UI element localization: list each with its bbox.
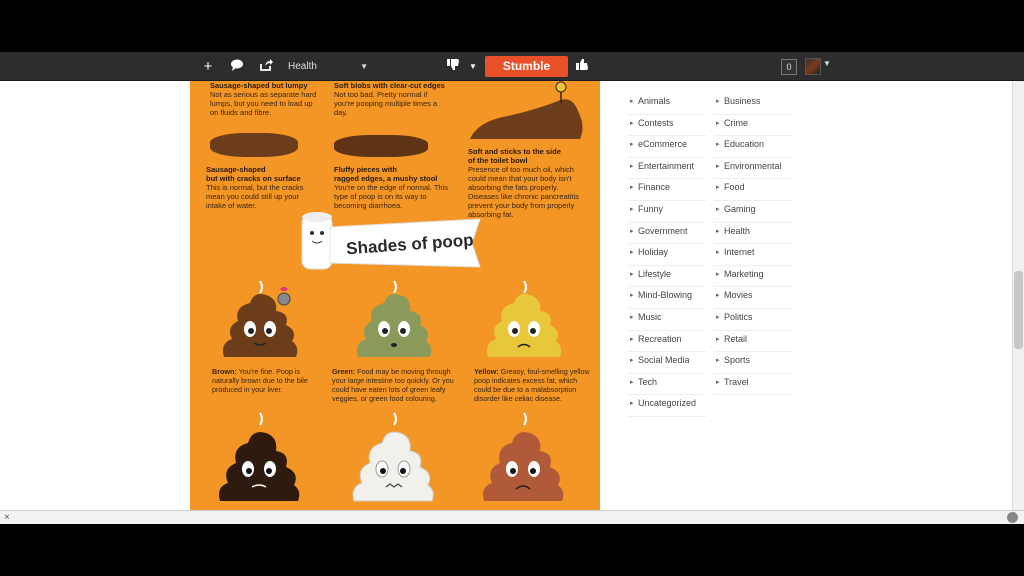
avatar[interactable] [805, 58, 821, 75]
poop-infographic: Sausage-shaped but lumpy Not as serious … [190, 81, 600, 510]
stool-image-sticky [470, 81, 583, 139]
category-link[interactable]: Finance [628, 179, 706, 201]
category-link[interactable]: Food [714, 179, 792, 201]
screen: + Health ▼ ▼ Stumble 0 ▼ Sausage-shaped … [0, 0, 1024, 576]
stool-type-fluffy: Fluffy pieces with ragged edges, a mushy… [334, 165, 452, 210]
category-link[interactable]: Social Media [628, 352, 706, 374]
stool-image-cracked [210, 133, 298, 157]
chevron-down-icon[interactable]: ▼ [463, 57, 483, 77]
status-icon[interactable] [1007, 512, 1018, 523]
shade-caption-brown: Brown: You're fine. Poop is naturally br… [212, 367, 324, 394]
category-link[interactable]: Marketing [714, 266, 792, 288]
category-link[interactable]: Uncategorized [628, 395, 706, 417]
category-link[interactable]: Lifestyle [628, 266, 706, 288]
stool-desc: This is normal, but the cracks mean you … [206, 183, 304, 210]
chevron-down-icon[interactable]: ▼ [823, 59, 831, 68]
category-link[interactable]: Politics [714, 309, 792, 331]
notification-count[interactable]: 0 [781, 59, 797, 75]
stool-title: Sausage-shaped but lumpy [210, 81, 308, 90]
stool-desc: Not too bad. Pretty normal if you're poo… [334, 90, 438, 117]
red-poop-icon [483, 412, 564, 501]
category-column-left: AnimalsContestseCommerceEntertainmentFin… [628, 93, 706, 417]
stool-desc: Not as serious as separate hard lumps, b… [210, 90, 317, 117]
category-link[interactable]: Movies [714, 287, 792, 309]
stool-image-fluffy [334, 135, 428, 157]
stool-type-cracked: Sausage-shaped but with cracks on surfac… [206, 165, 318, 210]
category-link[interactable]: Internet [714, 244, 792, 266]
category-link[interactable]: Gaming [714, 201, 792, 223]
category-link[interactable]: Sports [714, 352, 792, 374]
category-link[interactable]: Music [628, 309, 706, 331]
stool-title: Fluffy pieces with ragged edges, a mushy… [334, 165, 438, 183]
category-link[interactable]: Recreation [628, 331, 706, 353]
chevron-down-icon: ▼ [360, 62, 368, 71]
shades-banner: Shades of poop [301, 212, 481, 270]
shade-name: Brown: [212, 367, 237, 376]
close-icon[interactable]: × [4, 511, 10, 524]
scrollbar-thumb[interactable] [1014, 271, 1023, 349]
category-link[interactable]: Mind-Blowing [628, 287, 706, 309]
stool-title: Soft blobs with clear-cut edges [334, 81, 445, 90]
green-poop-icon [357, 280, 432, 357]
plus-icon[interactable]: + [198, 57, 218, 77]
speech-bubble-icon[interactable] [227, 57, 247, 77]
category-link[interactable]: Business [714, 93, 792, 115]
topic-label: Health [288, 61, 317, 72]
shade-name: Yellow: [474, 367, 499, 376]
white-poop-icon [352, 412, 434, 502]
shade-caption-yellow: Yellow: Greasy, foul-smelling yellow poo… [474, 367, 592, 403]
vertical-scrollbar[interactable] [1012, 81, 1024, 510]
stumble-button[interactable]: Stumble [485, 56, 568, 77]
category-link[interactable]: Education [714, 136, 792, 158]
stool-type-lumpy: Sausage-shaped but lumpy Not as serious … [210, 81, 320, 117]
black-poop-icon [219, 412, 300, 501]
thumbs-down-icon[interactable] [443, 57, 463, 77]
topic-selector[interactable]: Health ▼ [288, 58, 370, 76]
thumbs-up-icon[interactable] [572, 57, 592, 77]
category-link[interactable]: Travel [714, 374, 792, 396]
category-link[interactable]: Entertainment [628, 158, 706, 180]
stool-type-blobs: Soft blobs with clear-cut edges Not too … [334, 81, 449, 117]
category-link[interactable]: Animals [628, 93, 706, 115]
category-link[interactable]: Contests [628, 115, 706, 137]
category-link[interactable]: Health [714, 223, 792, 245]
share-icon[interactable] [256, 57, 276, 77]
category-link[interactable]: Funny [628, 201, 706, 223]
shade-name: Green: [332, 367, 356, 376]
category-link[interactable]: Crime [714, 115, 792, 137]
category-link[interactable]: Retail [714, 331, 792, 353]
status-bar: × [0, 510, 1024, 524]
category-link[interactable]: Holiday [628, 244, 706, 266]
category-column-right: BusinessCrimeEducationEnvironmentalFoodG… [714, 93, 792, 396]
category-link[interactable]: Tech [628, 374, 706, 396]
category-link[interactable]: Environmental [714, 158, 792, 180]
stumbleupon-toolbar: + Health ▼ ▼ Stumble 0 ▼ [0, 52, 1024, 81]
yellow-poop-icon [487, 280, 562, 357]
stool-type-sticky: Soft and sticks to the side of the toile… [468, 147, 590, 219]
stool-desc: You're on the edge of normal. This type … [334, 183, 449, 210]
category-link[interactable]: Government [628, 223, 706, 245]
category-link[interactable]: eCommerce [628, 136, 706, 158]
page-viewport: Sausage-shaped but lumpy Not as serious … [0, 81, 1024, 510]
shade-caption-green: Green: Food may be moving through your l… [332, 367, 458, 403]
stool-title: Sausage-shaped but with cracks on surfac… [206, 165, 301, 183]
brown-poop-icon [223, 280, 298, 357]
stool-title: Soft and sticks to the side of the toile… [468, 147, 561, 165]
